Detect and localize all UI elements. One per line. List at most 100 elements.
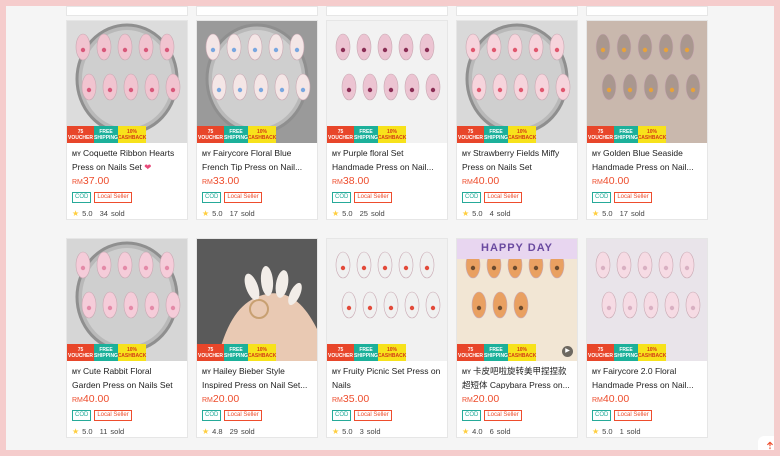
sold-count: 25 (359, 209, 368, 218)
sold-count: 17 (229, 209, 238, 218)
country-flag: MY (462, 152, 471, 158)
local-seller-tag: Local Seller (614, 410, 652, 421)
rating: 5.0 (212, 209, 223, 218)
currency: RM (462, 397, 473, 404)
product-image[interactable]: 75 VOUCHER FREE SHIPPING 10% CASHBACK (67, 21, 187, 143)
rating: 4.0 (472, 427, 483, 436)
price-value: 40.00 (602, 175, 630, 187)
product-title[interactable]: MY Golden Blue Seaside Handmade Press on … (592, 147, 702, 171)
product-title[interactable]: MY Strawberry Fields Miffy Press on Nails… (462, 147, 572, 171)
star-icon: ★ (72, 209, 80, 218)
arrow-up-icon: ⇡ (764, 438, 774, 451)
product-info: MY Fairycore Floral Blue French Tip Press… (197, 143, 317, 218)
cashback-badge: 10% CASHBACK (118, 344, 146, 361)
star-icon: ★ (202, 209, 210, 218)
country-flag: MY (592, 370, 601, 376)
product-price: RM20.00 (462, 393, 572, 407)
price-value: 35.00 (342, 393, 370, 405)
product-card-partial[interactable] (196, 6, 318, 16)
cashback-badge: 10% CASHBACK (638, 344, 666, 361)
rating: 5.0 (82, 427, 93, 436)
product-title[interactable]: MY Cute Rabbit Floral Garden Press on Nai… (72, 365, 182, 389)
country-flag: MY (332, 370, 341, 376)
sold-label: sold (240, 209, 255, 218)
product-card-partial[interactable] (66, 6, 188, 16)
product-card-partial[interactable] (586, 6, 708, 16)
rating: 5.0 (82, 209, 93, 218)
product-title[interactable]: MY Fairycore 2.0 Floral Handmade Press on… (592, 365, 702, 389)
cashback-badge: 10% CASHBACK (248, 126, 276, 143)
promo-badges: 75 VOUCHER FREE SHIPPING 10% CASHBACK (327, 344, 406, 361)
sold-label: sold (240, 427, 255, 436)
product-card[interactable]: 75 VOUCHER FREE SHIPPING 10% CASHBACK MY… (586, 238, 708, 438)
product-title[interactable]: MY Fruity Picnic Set Press on Nails (332, 365, 442, 389)
promo-badges: 75 VOUCHER FREE SHIPPING 10% CASHBACK (587, 344, 666, 361)
star-icon: ★ (332, 427, 340, 436)
product-image[interactable]: 75 VOUCHER FREE SHIPPING 10% CASHBACK (457, 21, 577, 143)
product-image[interactable]: 75 VOUCHER FREE SHIPPING 10% CASHBACK (197, 239, 317, 361)
country-flag: MY (72, 370, 81, 376)
product-image[interactable]: 75 VOUCHER FREE SHIPPING 10% CASHBACK (197, 21, 317, 143)
free-shipping-badge: FREE SHIPPING (484, 344, 508, 361)
local-seller-tag: Local Seller (354, 192, 392, 203)
product-card[interactable]: 75 VOUCHER FREE SHIPPING 10% CASHBACK MY… (456, 20, 578, 220)
product-stats: ★ 5.0 1 sold (592, 427, 702, 436)
product-title[interactable]: MY Coquette Ribbon Hearts Press on Nails … (72, 147, 182, 171)
product-title[interactable]: MY Purple floral Set Handmade Press on Na… (332, 147, 442, 171)
product-card[interactable]: 75 VOUCHER FREE SHIPPING 10% CASHBACK MY… (66, 238, 188, 438)
product-card-partial[interactable] (326, 6, 448, 16)
product-title[interactable]: MY Fairycore Floral Blue French Tip Press… (202, 147, 312, 171)
sold-label: sold (626, 427, 641, 436)
promo-badges: 75 VOUCHER FREE SHIPPING 10% CASHBACK (587, 126, 666, 143)
product-tags: COD Local Seller (332, 192, 442, 204)
product-card[interactable]: 75 VOUCHER FREE SHIPPING 10% CASHBACK MY… (326, 238, 448, 438)
sold-label: sold (496, 427, 511, 436)
product-image[interactable]: 75 VOUCHER FREE SHIPPING 10% CASHBACK (587, 239, 707, 361)
free-shipping-badge: FREE SHIPPING (354, 344, 378, 361)
cashback-badge: 10% CASHBACK (508, 126, 536, 143)
product-title[interactable]: MY 卡皮吧啦旋转美甲捏捏款超短体 Capybara Press on... (462, 365, 572, 389)
currency: RM (592, 179, 603, 186)
sold-count: 34 (99, 209, 108, 218)
product-price: RM35.00 (332, 393, 442, 407)
product-image[interactable]: 75 VOUCHER FREE SHIPPING 10% CASHBACK (327, 239, 447, 361)
heart-icon: ❤ (144, 162, 152, 171)
local-seller-tag: Local Seller (484, 192, 522, 203)
free-shipping-badge: FREE SHIPPING (224, 344, 248, 361)
product-title[interactable]: MY Hailey Bieber Style Inspired Press on … (202, 365, 312, 389)
product-stats: ★ 5.0 17 sold (202, 209, 312, 218)
promo-badges: 75 VOUCHER FREE SHIPPING 10% CASHBACK (197, 126, 276, 143)
product-title-text: Fairycore 2.0 Floral Handmade Press on N… (592, 366, 694, 389)
product-title-text: Fairycore Floral Blue French Tip Press o… (202, 148, 303, 171)
cod-tag: COD (592, 410, 612, 421)
local-seller-tag: Local Seller (94, 192, 132, 203)
product-card[interactable]: HAPPY DAY 75 VOUCHER FREE SHIPPING 10% C… (456, 238, 578, 438)
product-image[interactable]: 75 VOUCHER FREE SHIPPING 10% CASHBACK (327, 21, 447, 143)
free-shipping-badge: FREE SHIPPING (614, 126, 638, 143)
star-icon: ★ (202, 427, 210, 436)
product-card[interactable]: 75 VOUCHER FREE SHIPPING 10% CASHBACK MY… (196, 238, 318, 438)
currency: RM (332, 179, 343, 186)
product-image[interactable]: HAPPY DAY 75 VOUCHER FREE SHIPPING 10% C… (457, 239, 577, 361)
cod-tag: COD (72, 192, 92, 203)
back-to-top-button[interactable]: ⇡ (758, 436, 774, 450)
product-card[interactable]: 75 VOUCHER FREE SHIPPING 10% CASHBACK MY… (326, 20, 448, 220)
play-icon[interactable]: ▶ (562, 346, 573, 357)
rating: 5.0 (602, 209, 613, 218)
product-card-partial[interactable] (456, 6, 578, 16)
local-seller-tag: Local Seller (224, 410, 262, 421)
product-stats: ★ 5.0 17 sold (592, 209, 702, 218)
product-image[interactable]: 75 VOUCHER FREE SHIPPING 10% CASHBACK (587, 21, 707, 143)
country-flag: MY (72, 152, 81, 158)
product-title-text: Purple floral Set Handmade Press on Nail… (332, 148, 434, 171)
product-image[interactable]: 75 VOUCHER FREE SHIPPING 10% CASHBACK (67, 239, 187, 361)
sold-count: 4 (489, 209, 494, 218)
sold-label: sold (110, 209, 125, 218)
product-price: RM33.00 (202, 175, 312, 189)
product-card[interactable]: 75 VOUCHER FREE SHIPPING 10% CASHBACK MY… (196, 20, 318, 220)
voucher-badge: 75 VOUCHER (67, 344, 94, 361)
product-card[interactable]: 75 VOUCHER FREE SHIPPING 10% CASHBACK MY… (586, 20, 708, 220)
product-card[interactable]: 75 VOUCHER FREE SHIPPING 10% CASHBACK MY… (66, 20, 188, 220)
sold-label: sold (496, 209, 511, 218)
product-title-text: Fruity Picnic Set Press on Nails (332, 366, 441, 389)
